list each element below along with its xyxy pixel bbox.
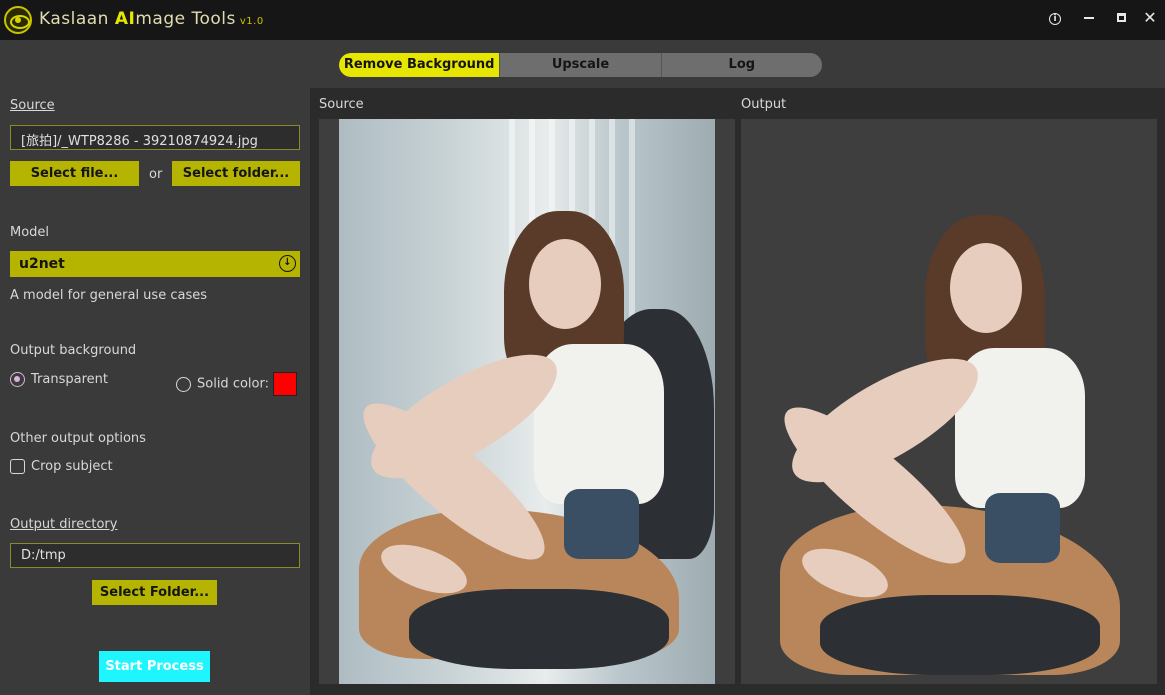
output-directory-field[interactable]: D:/tmp <box>10 543 300 568</box>
source-label: Source <box>10 98 55 113</box>
crop-subject-checkbox[interactable]: Crop subject <box>10 459 113 474</box>
other-options-label: Other output options <box>10 431 146 446</box>
app-title: Kaslaan AImage Tools v1.0 <box>39 9 264 29</box>
source-file-field[interactable]: [旅拍]/_WTP8286 - 39210874924.jpg <box>10 125 300 150</box>
app-logo-icon <box>4 6 32 34</box>
source-preview-title: Source <box>319 97 364 112</box>
model-label: Model <box>10 225 50 240</box>
color-swatch[interactable] <box>272 372 297 396</box>
tab-remove-background[interactable]: Remove Background <box>339 53 500 77</box>
tab-log[interactable]: Log <box>660 53 822 77</box>
chevron-down-icon: ↓ <box>279 255 296 272</box>
app-title-prefix: Kaslaan <box>39 9 115 29</box>
app-version: v1.0 <box>239 16 264 27</box>
mode-tabs: Remove Background Upscale Log <box>339 53 822 77</box>
model-description: A model for general use cases <box>10 288 207 303</box>
title-bar: Kaslaan AImage Tools v1.0 i ✕ <box>0 0 1165 40</box>
app-title-ai: AI <box>114 9 136 29</box>
app-title-suffix: mage Tools <box>135 9 236 29</box>
maximize-icon[interactable] <box>1111 8 1131 28</box>
output-preview-title: Output <box>741 97 787 112</box>
radio-selected-icon <box>10 372 25 387</box>
output-background-label: Output background <box>10 343 137 358</box>
model-select[interactable]: u2net ↓ <box>10 251 300 277</box>
select-folder-button[interactable]: Select folder... <box>172 161 300 186</box>
info-icon[interactable]: i <box>1045 8 1065 28</box>
crop-subject-label: Crop subject <box>31 459 113 474</box>
radio-solid-label: Solid color: <box>197 376 269 392</box>
select-output-folder-button[interactable]: Select Folder... <box>92 580 217 605</box>
output-image <box>760 205 1136 684</box>
minimize-icon[interactable] <box>1079 8 1099 28</box>
output-directory-label: Output directory <box>10 517 118 532</box>
settings-panel: Source [旅拍]/_WTP8286 - 39210874924.jpg S… <box>0 88 310 695</box>
start-process-button[interactable]: Start Process <box>99 651 210 682</box>
radio-transparent[interactable]: Transparent <box>10 372 108 387</box>
tab-upscale[interactable]: Upscale <box>499 53 660 77</box>
select-file-button[interactable]: Select file... <box>10 161 139 186</box>
close-icon[interactable]: ✕ <box>1140 8 1160 28</box>
radio-unselected-icon <box>176 376 191 392</box>
source-image <box>339 119 715 684</box>
or-text: or <box>149 167 163 182</box>
radio-transparent-label: Transparent <box>31 372 108 387</box>
checkbox-icon <box>10 459 25 474</box>
model-select-value: u2net <box>19 256 65 272</box>
radio-solid-color[interactable]: Solid color: <box>176 372 297 396</box>
